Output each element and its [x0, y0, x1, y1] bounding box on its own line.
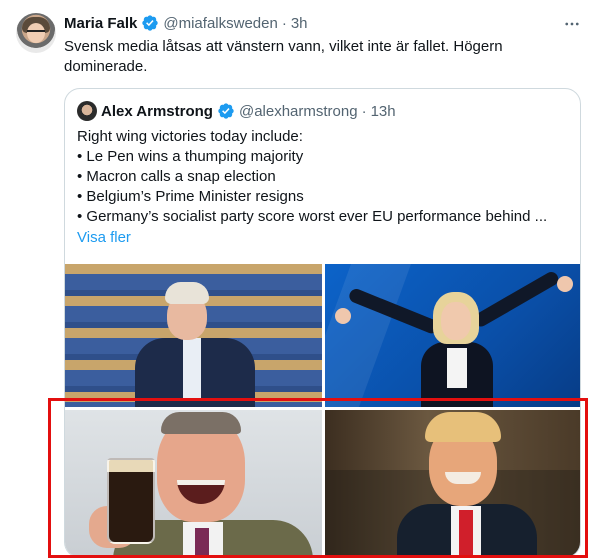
show-more-link[interactable]: Visa fler	[77, 229, 131, 246]
quote-header: Alex Armstrong @alexharmstrong · 13h	[77, 101, 396, 121]
laughing-man	[135, 282, 255, 407]
tweet-timestamp[interactable]: 3h	[291, 15, 308, 32]
quote-line: • Germany’s socialist party score worst …	[77, 208, 548, 225]
quote-line: • Macron calls a snap election	[77, 168, 276, 185]
tweet[interactable]: Maria Falk @miafalksweden · 3h Svensk me…	[0, 0, 607, 560]
tweet-text: Svensk media låtsas att vänstern vann, v…	[64, 38, 503, 75]
author-avatar[interactable]	[16, 13, 56, 53]
avatar-glasses	[27, 30, 45, 35]
author-name[interactable]: Maria Falk	[64, 15, 137, 32]
quote-text: Right wing victories today include: • Le…	[77, 127, 569, 227]
quote-author-handle[interactable]: @alexharmstrong	[239, 103, 358, 120]
author-handle[interactable]: @miafalksweden	[163, 15, 277, 32]
quote-author-name[interactable]: Alex Armstrong	[101, 103, 213, 120]
quote-author-avatar[interactable]	[77, 101, 97, 121]
media-grid	[65, 264, 580, 557]
separator-dot: ·	[281, 14, 287, 32]
separator-dot: ·	[361, 102, 367, 120]
pint-glass	[107, 458, 155, 544]
more-horizontal-icon	[565, 22, 579, 26]
quoted-tweet[interactable]: Alex Armstrong @alexharmstrong · 13h Rig…	[64, 88, 581, 558]
photo-parliament[interactable]	[65, 264, 322, 407]
quote-line: • Belgium’s Prime Minister resigns	[77, 188, 304, 205]
verified-badge-icon	[218, 103, 234, 119]
more-options-icon[interactable]	[562, 14, 582, 34]
photo-smiling-man[interactable]	[325, 410, 580, 557]
verified-badge-icon	[142, 15, 159, 31]
photo-stage[interactable]	[325, 264, 580, 407]
quote-timestamp[interactable]: 13h	[371, 103, 396, 120]
tweet-header: Maria Falk @miafalksweden · 3h	[64, 13, 308, 33]
quote-line: • Le Pen wins a thumping majority	[77, 148, 304, 165]
photo-pint[interactable]	[65, 410, 322, 557]
quote-line: Right wing victories today include:	[77, 128, 303, 145]
